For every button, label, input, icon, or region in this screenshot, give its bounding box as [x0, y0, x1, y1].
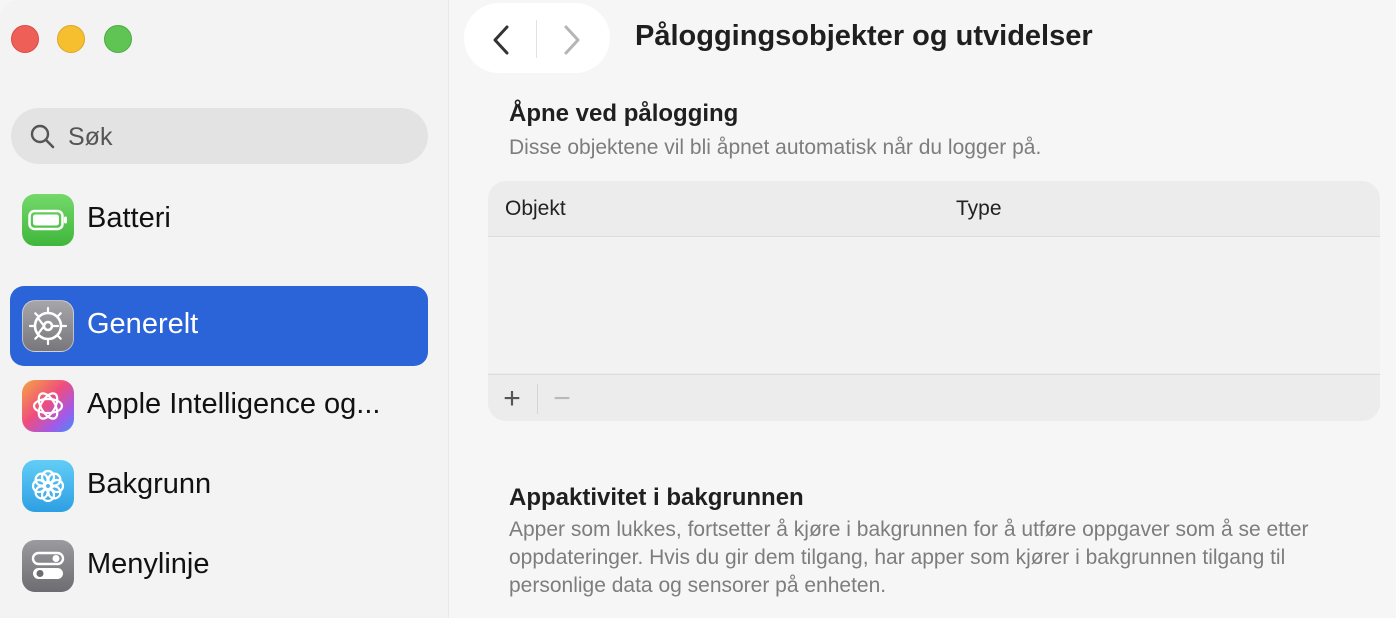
gear-icon: [22, 300, 74, 352]
apple-intelligence-icon: [22, 380, 74, 432]
table-header: Objekt Type: [488, 181, 1380, 237]
column-header-object[interactable]: Objekt: [505, 197, 566, 221]
sidebar-item-label: Batteri: [87, 202, 171, 234]
minimize-window-button[interactable]: [57, 25, 85, 53]
menu-bar-toggle-icon: [22, 540, 74, 592]
battery-icon: [22, 194, 74, 246]
sidebar-item-battery[interactable]: Batteri: [10, 180, 428, 260]
navigation-buttons: [464, 3, 610, 73]
sidebar: Batteri: [0, 0, 449, 618]
sidebar-item-general[interactable]: Generelt: [10, 286, 428, 366]
wallpaper-flower-icon: [22, 460, 74, 512]
search-icon: [30, 124, 55, 149]
login-items-description: Disse objektene vil bli åpnet automatisk…: [509, 136, 1042, 159]
chevron-left-icon: [493, 25, 509, 55]
remove-login-item-button[interactable]: −: [542, 379, 582, 419]
column-header-type[interactable]: Type: [956, 197, 1002, 221]
page-title: Påloggingsobjekter og utvidelser: [635, 20, 1093, 52]
add-login-item-button[interactable]: +: [492, 379, 532, 419]
close-window-button[interactable]: [11, 25, 39, 53]
sidebar-item-label: Generelt: [87, 308, 199, 340]
login-items-heading: Åpne ved pålogging: [509, 100, 739, 127]
sidebar-item-label: Apple Intelligence og...: [87, 388, 381, 420]
footer-divider: [537, 384, 538, 414]
back-button[interactable]: [481, 20, 521, 60]
background-activity-heading: Appaktivitet i bakgrunnen: [509, 484, 804, 511]
search-field[interactable]: [11, 108, 428, 164]
login-items-table: Objekt Type + −: [488, 181, 1380, 421]
chevron-right-icon: [564, 25, 580, 55]
nav-divider: [536, 20, 537, 58]
search-input[interactable]: [66, 118, 410, 156]
table-footer: + −: [488, 374, 1380, 421]
sidebar-item-label: Bakgrunn: [87, 468, 212, 500]
sidebar-item-wallpaper[interactable]: Bakgrunn: [10, 446, 428, 526]
forward-button[interactable]: [552, 20, 592, 60]
background-activity-description: Apper som lukkes, fortsetter å kjøre i b…: [509, 518, 1309, 597]
sidebar-item-label: Menylinje: [87, 548, 210, 580]
zoom-window-button[interactable]: [104, 25, 132, 53]
sidebar-item-menu-bar[interactable]: Menylinje: [10, 526, 428, 606]
table-body[interactable]: [488, 237, 1380, 373]
sidebar-item-apple-intelligence[interactable]: Apple Intelligence og...: [10, 366, 428, 446]
